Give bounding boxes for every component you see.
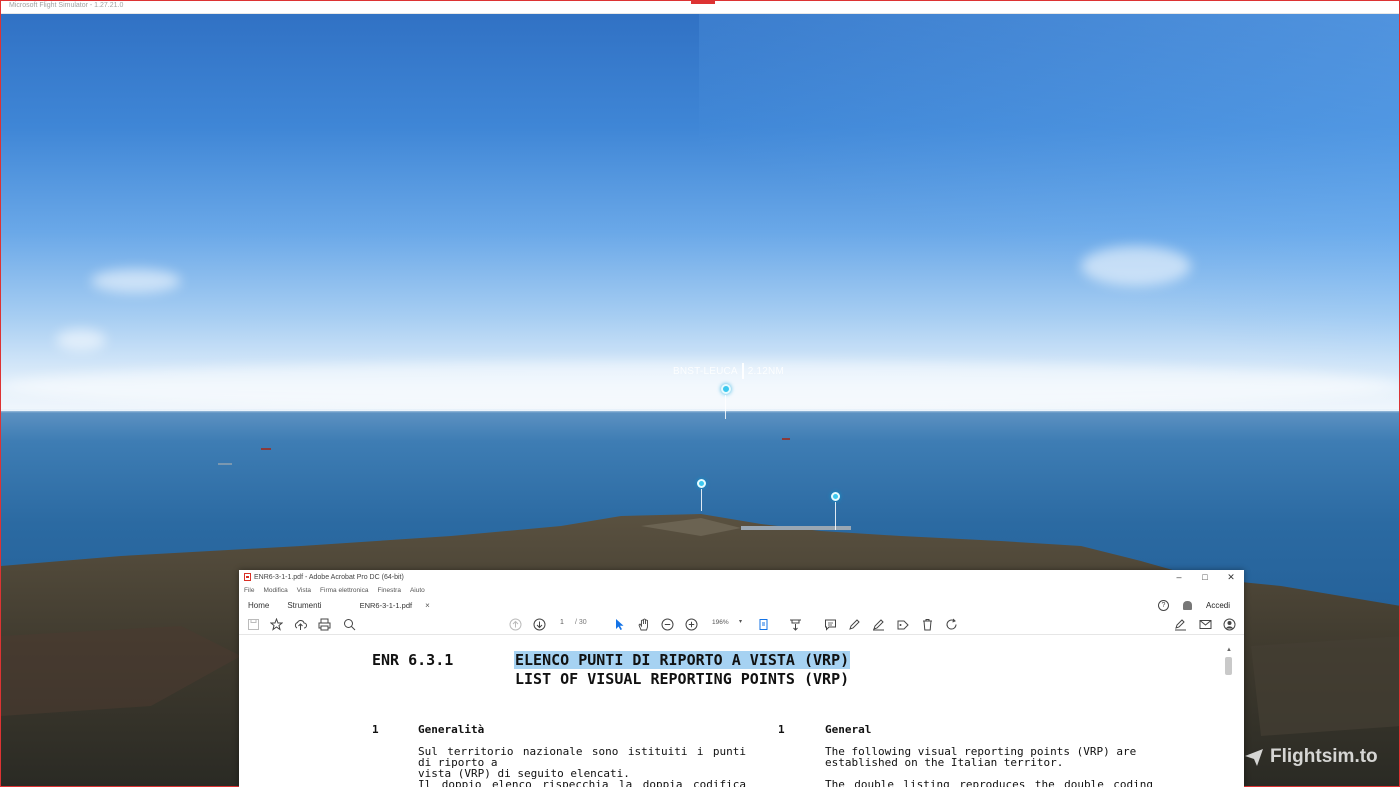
rotate-icon[interactable] xyxy=(944,617,958,631)
cloud xyxy=(91,269,181,293)
sign-in-button[interactable]: Accedi xyxy=(1206,601,1230,610)
menu-file[interactable]: File xyxy=(244,587,254,594)
menu-aiuto[interactable]: Aiuto xyxy=(410,587,425,594)
section-number-en: 1 xyxy=(778,723,785,736)
flightsim-brand: Flightsim.to xyxy=(1244,746,1378,768)
line: The double listing reproduces the double… xyxy=(825,778,1153,787)
print-icon[interactable] xyxy=(317,617,331,631)
line: established on the Italian territor. xyxy=(825,756,1064,769)
section-heading-it: Generalità xyxy=(418,723,485,736)
fill-sign-icon[interactable] xyxy=(1173,617,1187,631)
line: Il doppio elenco rispecchia la doppia co… xyxy=(418,778,746,787)
select-cursor-icon[interactable] xyxy=(612,617,626,631)
stamp-icon[interactable] xyxy=(895,617,909,631)
tab-strumenti[interactable]: Strumenti xyxy=(287,601,321,610)
brand-text: Flightsim.to xyxy=(1270,746,1378,767)
section-heading-en: General xyxy=(825,723,872,736)
waypoint-label: BNST-LEUCA 2.12NM xyxy=(673,363,784,379)
tabbar-right: ? Accedi xyxy=(1157,597,1230,613)
page-total: / 30 xyxy=(575,619,587,626)
scrollbar-thumb[interactable] xyxy=(1225,657,1232,675)
save-icon[interactable] xyxy=(246,617,260,631)
close-button[interactable]: ✕ xyxy=(1218,570,1244,584)
window-caption: Microsoft Flight Simulator - 1.27.21.0 xyxy=(9,2,124,9)
minimize-button[interactable]: – xyxy=(1166,570,1192,584)
maximize-button[interactable]: □ xyxy=(1192,570,1218,584)
paragraph-it-1: Sul territorio nazionale sono istituiti … xyxy=(418,746,746,779)
paragraph-en-1: The following visual reporting points (V… xyxy=(825,746,1153,768)
section-number-it: 1 xyxy=(372,723,379,736)
search-icon[interactable] xyxy=(342,617,356,631)
bell-icon[interactable] xyxy=(1182,600,1192,610)
window-title-strip: Microsoft Flight Simulator - 1.27.21.0 xyxy=(1,1,1399,14)
account-icon[interactable] xyxy=(1222,617,1236,631)
title-english: LIST OF VISUAL REPORTING POINTS (VRP) xyxy=(515,670,850,688)
delete-icon[interactable] xyxy=(920,617,934,631)
sky-gradient xyxy=(699,1,1399,421)
cloud xyxy=(1081,246,1191,286)
tab-document[interactable]: ENR6-3-1-1.pdf xyxy=(360,601,413,610)
menubar: File Modifica Vista Firma elettronica Fi… xyxy=(239,584,1244,597)
menu-vista[interactable]: Vista xyxy=(297,587,311,594)
sign-icon[interactable] xyxy=(871,617,885,631)
page-down-icon[interactable] xyxy=(532,617,546,631)
waypoint-stem xyxy=(725,395,726,419)
acrobat-titlebar[interactable]: ENR6-3-1-1.pdf - Adobe Acrobat Pro DC (6… xyxy=(239,570,1244,584)
waypoint-name: BNST-LEUCA xyxy=(673,365,738,377)
line: Sul territorio nazionale sono istituiti … xyxy=(418,745,746,769)
menu-modifica[interactable]: Modifica xyxy=(263,587,287,594)
acrobat-title: ENR6-3-1-1.pdf - Adobe Acrobat Pro DC (6… xyxy=(254,573,404,581)
highlight-icon[interactable] xyxy=(847,617,861,631)
ship xyxy=(782,438,790,440)
hand-icon[interactable] xyxy=(636,617,650,631)
toolbar: 1 / 30 196% ▾ xyxy=(239,613,1244,635)
poi-marker-icon[interactable] xyxy=(831,492,840,501)
poi-stem xyxy=(835,502,836,530)
waypoint-separator xyxy=(741,363,744,379)
menu-finestra[interactable]: Finestra xyxy=(377,587,400,594)
ship xyxy=(218,463,232,465)
enr-code: ENR 6.3.1 xyxy=(372,651,454,669)
tab-home[interactable]: Home xyxy=(248,601,269,610)
document-page[interactable]: ▲ ENR 6.3.1 ELENCO PUNTI DI RIPORTO A VI… xyxy=(239,637,1244,787)
cloud-upload-icon[interactable] xyxy=(293,617,307,631)
paragraph-en-2: The double listing reproduces the double… xyxy=(825,779,1153,787)
zoom-out-icon[interactable] xyxy=(660,617,674,631)
window-marker xyxy=(691,1,715,4)
star-icon[interactable] xyxy=(269,617,283,631)
mail-icon[interactable] xyxy=(1198,617,1212,631)
pdf-file-icon xyxy=(244,573,251,581)
plane-logo-icon xyxy=(1245,749,1263,766)
scroll-up-icon[interactable]: ▲ xyxy=(1226,647,1232,653)
paragraph-it-2: Il doppio elenco rispecchia la doppia co… xyxy=(418,779,746,787)
zoom-level-select[interactable]: 196% xyxy=(712,619,729,626)
waypoint-distance: 2.12NM xyxy=(747,365,785,377)
zoom-in-icon[interactable] xyxy=(684,617,698,631)
horizon xyxy=(1,409,1399,413)
menu-firma-elettronica[interactable]: Firma elettronica xyxy=(320,587,368,594)
tab-close-button[interactable]: × xyxy=(425,601,430,610)
fit-page-icon[interactable] xyxy=(757,617,771,631)
tabbar: Home Strumenti ENR6-3-1-1.pdf × ? Accedi xyxy=(239,597,1244,613)
chevron-down-icon[interactable]: ▾ xyxy=(739,618,742,625)
poi-marker-icon[interactable] xyxy=(697,479,706,488)
help-icon[interactable]: ? xyxy=(1157,599,1169,611)
acrobat-window[interactable]: ENR6-3-1-1.pdf - Adobe Acrobat Pro DC (6… xyxy=(239,570,1244,787)
ship xyxy=(261,448,271,450)
title-italian: ELENCO PUNTI DI RIPORTO A VISTA (VRP) xyxy=(514,651,851,669)
window-controls: – □ ✕ xyxy=(1166,570,1244,584)
waypoint-marker-icon[interactable] xyxy=(721,384,731,394)
scroll-mode-icon[interactable] xyxy=(788,617,802,631)
comment-icon[interactable] xyxy=(823,617,837,631)
page-up-icon[interactable] xyxy=(508,617,522,631)
poi-stem xyxy=(701,489,702,511)
page-number-input[interactable]: 1 xyxy=(560,619,564,626)
cloud xyxy=(56,329,106,351)
